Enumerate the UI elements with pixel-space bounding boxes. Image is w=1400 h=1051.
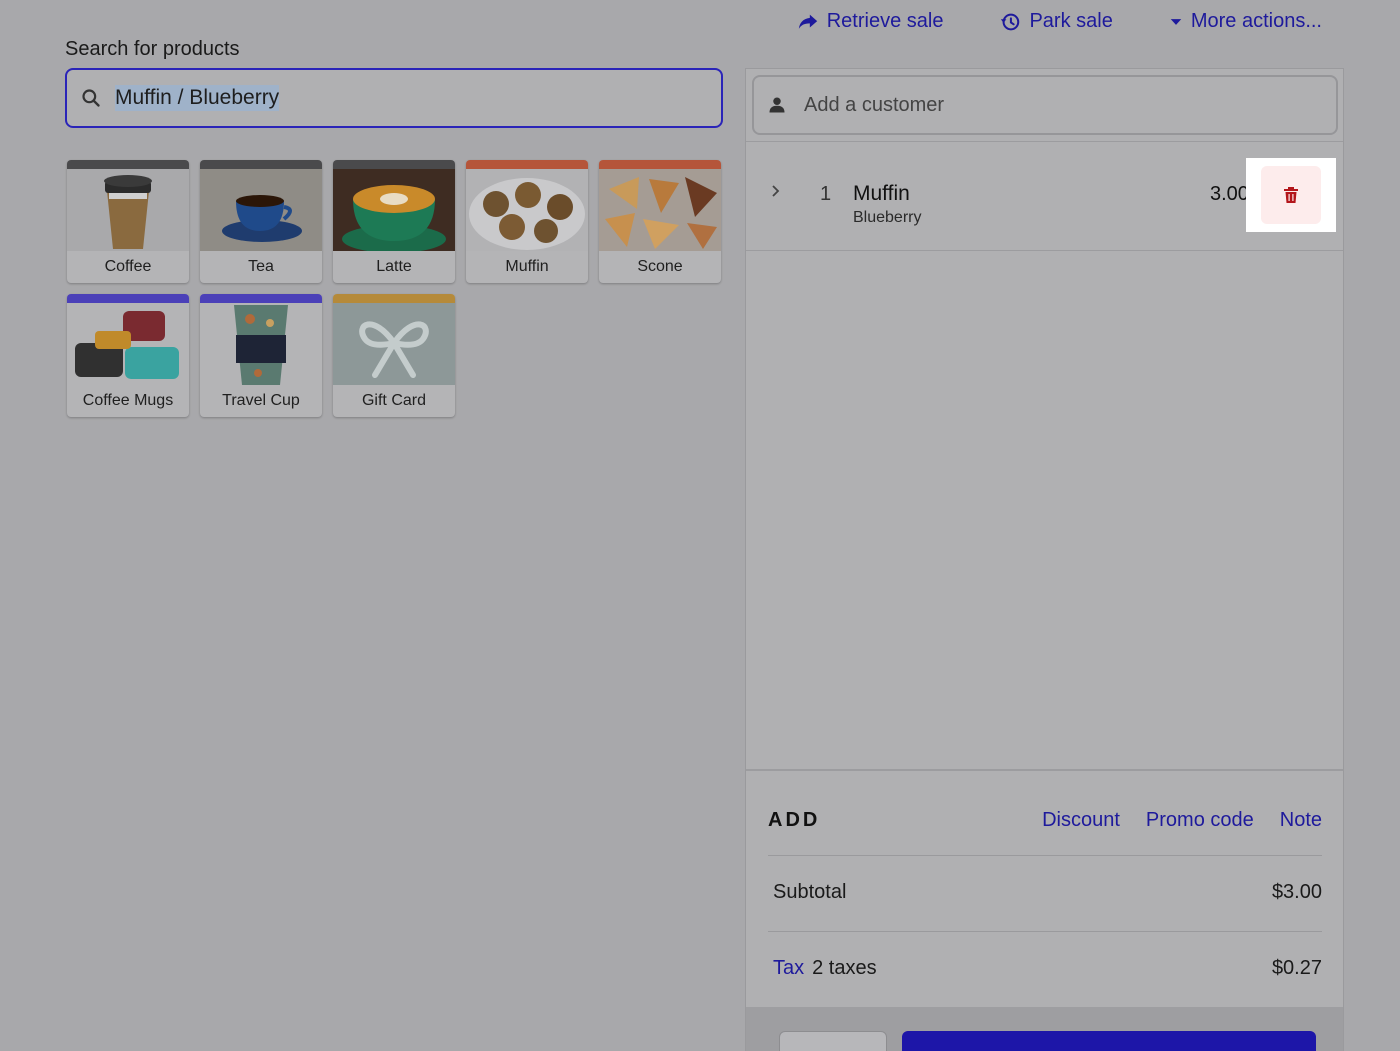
- item-quantity: 1: [820, 183, 832, 205]
- tax-detail: 2 taxes: [812, 957, 877, 979]
- share-arrow-icon: [798, 14, 817, 29]
- cart-footer: [746, 1007, 1343, 1051]
- delete-highlight: [1246, 158, 1336, 232]
- cart-line-item[interactable]: 1 Muffin Blueberry 3.00: [746, 141, 1343, 251]
- tile-color-bar: [200, 294, 322, 303]
- more-actions-button[interactable]: More actions...: [1169, 10, 1322, 33]
- tax-row: Tax 2 taxes $0.27: [773, 957, 1322, 980]
- add-links: Discount Promo code Note: [1042, 809, 1322, 832]
- search-icon: [82, 89, 100, 107]
- tax-link[interactable]: Tax: [773, 957, 804, 980]
- product-label: Coffee Mugs: [82, 392, 174, 409]
- subtotal-value: $3.00: [1271, 881, 1322, 903]
- product-tile-travel-cup[interactable]: Travel Cup: [200, 294, 322, 417]
- tile-color-bar: [67, 294, 189, 303]
- park-sale-label: Park sale: [1029, 10, 1113, 32]
- tile-color-bar: [599, 160, 721, 169]
- retrieve-sale-button[interactable]: Retrieve sale: [797, 10, 944, 33]
- discount-link[interactable]: Discount: [1042, 809, 1120, 832]
- add-customer-placeholder: Add a customer: [804, 93, 945, 116]
- muffin-image: [466, 169, 588, 251]
- product-label: Latte: [376, 258, 412, 275]
- divider: [768, 931, 1322, 932]
- product-tile-coffee-mugs[interactable]: Coffee Mugs: [67, 294, 189, 417]
- search-label: Search for products: [65, 38, 240, 60]
- item-variant: Blueberry: [853, 209, 922, 226]
- product-tile-coffee[interactable]: Coffee: [67, 160, 189, 283]
- subtotal-row: Subtotal $3.00: [773, 881, 1322, 904]
- travel-cup-image: [200, 303, 322, 385]
- tea-image: [200, 169, 322, 251]
- add-title: ADD: [768, 808, 821, 831]
- retrieve-sale-label: Retrieve sale: [826, 10, 944, 32]
- promo-code-link[interactable]: Promo code: [1146, 809, 1254, 832]
- product-tile-gift-card[interactable]: Gift Card: [333, 294, 455, 417]
- park-sale-button[interactable]: Park sale: [999, 10, 1113, 33]
- item-name: Muffin: [853, 182, 910, 205]
- gift-ribbon-icon: [359, 321, 429, 378]
- coffee-mugs-image: [67, 303, 189, 385]
- item-price: 3.00: [1210, 183, 1249, 205]
- product-tile-scone[interactable]: Scone: [599, 160, 721, 283]
- pay-button[interactable]: [902, 1031, 1316, 1051]
- product-grid: Coffee Tea Latte Muffin Scone Coffee Mug: [67, 160, 721, 417]
- chevron-right-icon[interactable]: [770, 183, 782, 199]
- gift-card-image: [333, 303, 455, 385]
- tile-color-bar: [200, 160, 322, 169]
- divider: [768, 855, 1322, 856]
- tax-value: $0.27: [1271, 957, 1322, 979]
- product-label: Tea: [248, 258, 274, 275]
- scone-image: [599, 169, 721, 251]
- user-icon: [769, 97, 785, 113]
- caret-down-icon: [1170, 18, 1182, 25]
- product-tile-muffin[interactable]: Muffin: [466, 160, 588, 283]
- tile-color-bar: [333, 294, 455, 303]
- search-value[interactable]: Muffin / Blueberry: [115, 85, 280, 111]
- history-icon: [1001, 13, 1020, 30]
- add-row: ADD Discount Promo code Note: [768, 805, 1322, 835]
- product-tile-tea[interactable]: Tea: [200, 160, 322, 283]
- tile-color-bar: [333, 160, 455, 169]
- tile-color-bar: [67, 160, 189, 169]
- coffee-image: [67, 169, 189, 251]
- product-label: Coffee: [104, 258, 152, 275]
- product-label: Travel Cup: [222, 392, 300, 409]
- search-input[interactable]: Muffin / Blueberry: [65, 68, 723, 128]
- cart-panel: Add a customer 1 Muffin Blueberry 3.00 A…: [745, 68, 1344, 1051]
- tile-color-bar: [466, 160, 588, 169]
- product-tile-latte[interactable]: Latte: [333, 160, 455, 283]
- secondary-action-button[interactable]: [779, 1031, 887, 1051]
- subtotal-label: Subtotal: [773, 881, 847, 903]
- trash-icon: [1284, 187, 1298, 203]
- top-actions: Retrieve sale Park sale More actions...: [797, 10, 1322, 33]
- product-label: Scone: [637, 258, 683, 275]
- latte-image: [333, 169, 455, 251]
- cart-summary: ADD Discount Promo code Note Subtotal $3…: [746, 769, 1343, 1009]
- add-customer-field[interactable]: Add a customer: [752, 75, 1338, 135]
- more-actions-label: More actions...: [1190, 10, 1322, 32]
- product-label: Gift Card: [361, 392, 426, 409]
- product-label: Muffin: [505, 258, 549, 275]
- note-link[interactable]: Note: [1280, 809, 1322, 832]
- delete-item-button[interactable]: [1261, 166, 1321, 224]
